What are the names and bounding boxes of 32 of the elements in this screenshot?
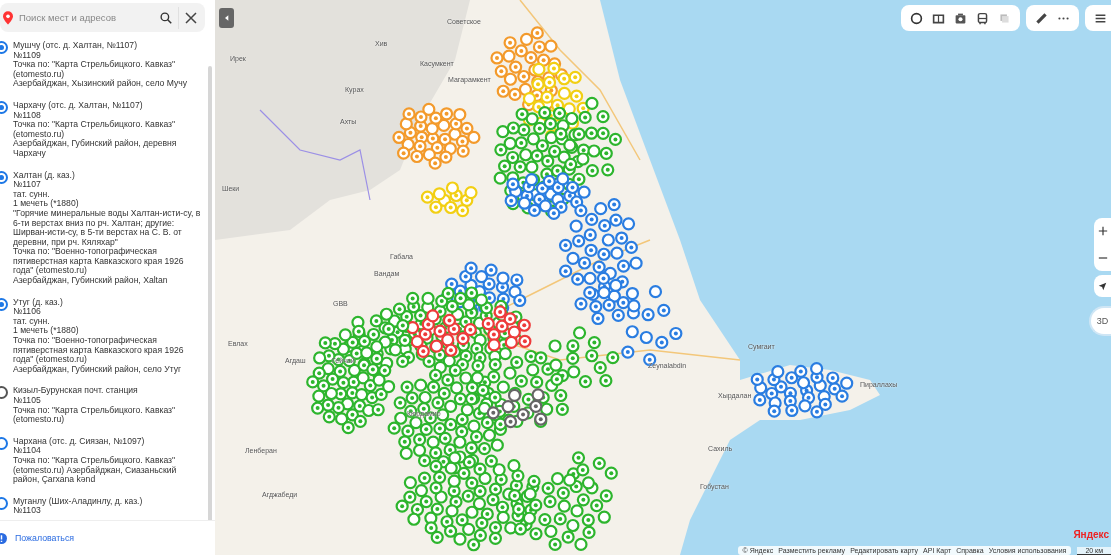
logo: Яндекс — [1073, 529, 1109, 540]
result-title[interactable]: Муганлу (Ших-Аладинлу, д. каз.) — [13, 496, 143, 507]
result-detail: №1104 — [13, 446, 41, 456]
result-detail: Точка по: "Карта Стрельбицкого. Кавказ" (etomesto.ru) — [13, 405, 177, 425]
result-detail: №1108 — [13, 110, 41, 121]
result-title[interactable]: Чархана (отс. д. Сиязан, №1097) — [13, 436, 201, 447]
result-detail: тат. сунн. — [13, 316, 50, 327]
result-detail: Точка по: "Карта Стрельбицкого. Кавказ" (etomesto.ru) Азербайджан, Сиазаньский район, Çarxana kənd — [13, 455, 178, 485]
result-detail: Азербайджан, Хызинский район, село Мучу — [13, 79, 188, 89]
result-detail: №1103 — [13, 506, 41, 516]
result-detail: №1109 — [13, 50, 42, 61]
result-detail: Точка по: "Военно-топографическая пятиверстная карта Кавказского края 1926 года" (etomesto.ru) — [13, 247, 185, 277]
result-title[interactable]: Халтан (д. каз.) — [13, 170, 201, 181]
result-detail: Точка по: "Военно-топографическая пятиверстная карта Кавказского края 1926 года" (etomesto.ru) — [13, 336, 185, 365]
result-detail: Точка по: "Карта Стрельбицкого. Кавказ" (etomesto.ru) — [13, 120, 177, 140]
result-detail: тат. сунн. — [13, 189, 50, 200]
result-detail: 1 мечеть (*1880) — [13, 199, 80, 209]
result-detail: Точка по: "Карта Стрельбицкого. Кавказ" (etomesto.ru) — [13, 60, 177, 80]
result-title[interactable]: Утуг (д. каз.) — [13, 297, 201, 308]
result-detail: 1 мечеть (*1880) — [13, 326, 80, 336]
result-detail: №1106 — [13, 307, 41, 317]
search-field[interactable]: Поиск мест и адресов — [19, 12, 154, 23]
result-detail: №1107 — [13, 180, 42, 190]
result-detail: №1105 — [13, 396, 42, 406]
result-detail: Азербайджан, Губинский район, деревня Чархачу — [13, 139, 178, 159]
result-title[interactable]: Мушчу (отс. д. Халтан, №1107) — [13, 41, 201, 51]
result-title[interactable]: Чархачу (отс. д. Халтан, №1107) — [13, 100, 201, 111]
result-detail: Азербайджан, Губинский район, Xaltan — [13, 276, 169, 286]
result-title[interactable]: Кизыл-Бурунская почт. станция — [13, 386, 201, 396]
complain-link[interactable]: Пожаловаться — [15, 533, 75, 543]
result-detail: "Горячие минеральные воды Халтан-исти-су, в 6-ти верстах вниз по рч. Халтан; другие: Ширван-исти-су, в 5-ти верстах на С. В. от деревни, при рч. Кяляхар" — [13, 208, 201, 247]
result-detail: Азербайджан, Губинский район, село Утуг — [13, 364, 183, 375]
